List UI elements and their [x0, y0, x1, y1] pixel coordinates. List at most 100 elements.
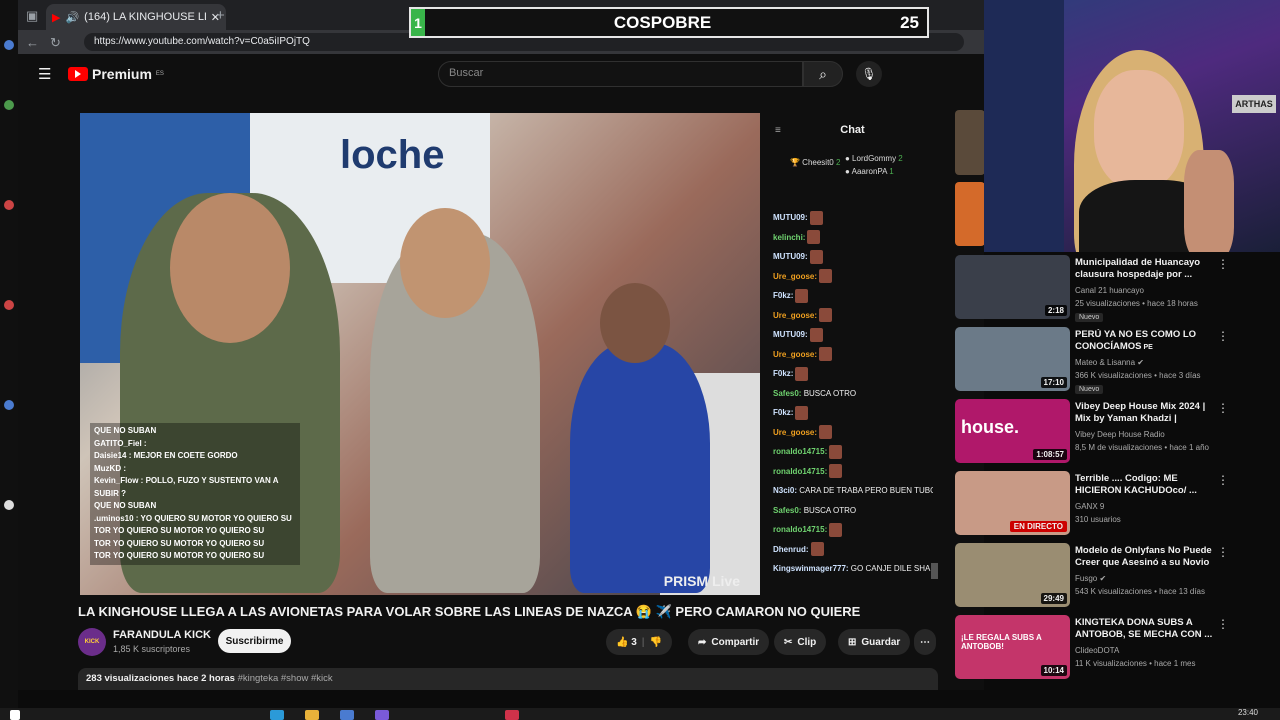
- youtube-logo[interactable]: Premium ES: [68, 66, 164, 82]
- thumbnail[interactable]: [955, 110, 985, 175]
- taskbar-app-icon[interactable]: [270, 710, 284, 720]
- tab-title: (164) LA KINGHOUSE LLEGA: [84, 11, 206, 23]
- more-options-icon[interactable]: ⋮: [1217, 545, 1229, 559]
- chat-username[interactable]: Ure_goose:: [773, 350, 817, 359]
- app-icon[interactable]: [4, 400, 14, 410]
- start-icon[interactable]: [10, 710, 20, 720]
- clip-button[interactable]: ✂ Clip: [774, 629, 827, 655]
- share-button[interactable]: ➦ Compartir: [688, 629, 770, 655]
- back-icon[interactable]: ←: [26, 35, 39, 50]
- chat-message: Ure_goose:: [773, 267, 933, 287]
- search-button[interactable]: ⌕: [803, 61, 843, 87]
- video-thumbnail[interactable]: house. 1:08:57: [955, 399, 1070, 463]
- app-icon[interactable]: [4, 300, 14, 310]
- voice-search-button[interactable]: 🎙: [856, 61, 882, 87]
- app-icon[interactable]: [4, 500, 14, 510]
- chat-username[interactable]: Kingswinmager777:: [773, 564, 849, 573]
- leaderboard-name: 🏆 Cheesit0: [790, 158, 834, 167]
- hamburger-menu-icon[interactable]: ☰: [38, 65, 51, 83]
- app-icon[interactable]: [4, 200, 14, 210]
- chat-message-list: MUTU09: kelinchi: MUTU09: Ure_goose: F0kz: Ur…: [773, 208, 933, 579]
- chat-scrollbar[interactable]: [931, 563, 938, 579]
- chat-username[interactable]: Safes0:: [773, 389, 801, 398]
- desktop-left-edge: [0, 0, 18, 720]
- recommended-video[interactable]: ¡LE REGALA SUBS A ANTOBOB! 10:14 KINGTEKA …: [955, 615, 1229, 681]
- more-options-icon[interactable]: ⋮: [1217, 617, 1229, 631]
- video-thumbnail[interactable]: 29:49: [955, 543, 1070, 607]
- chat-username[interactable]: Safes0:: [773, 506, 801, 515]
- chat-username[interactable]: F0kz:: [773, 291, 793, 300]
- chat-username[interactable]: MUTU09:: [773, 213, 808, 222]
- hashtags[interactable]: #kingteka #show #kick: [238, 673, 333, 684]
- video-thumbnail[interactable]: 2:18: [955, 255, 1070, 319]
- chat-username[interactable]: ronaldo14715:: [773, 447, 827, 456]
- more-options-icon[interactable]: ⋮: [1217, 329, 1229, 343]
- chat-username[interactable]: F0kz:: [773, 408, 793, 417]
- thumbnail[interactable]: [955, 182, 985, 246]
- recommended-video[interactable]: house. 1:08:57 Vibey Deep House Mix 2024 |…: [955, 399, 1229, 465]
- video-thumbnail[interactable]: ¡LE REGALA SUBS A ANTOBOB! 10:14: [955, 615, 1070, 679]
- taskbar-app-icon[interactable]: [340, 710, 354, 720]
- save-button[interactable]: ⊞ Guardar: [838, 629, 911, 655]
- browser-tab[interactable]: ▶ 🔊 (164) LA KINGHOUSE LLEGA ✕: [46, 4, 226, 30]
- new-badge: Nuevo: [1075, 385, 1104, 394]
- search-input[interactable]: Buscar: [438, 61, 803, 87]
- chat-username[interactable]: Ure_goose:: [773, 272, 817, 281]
- window-menu-icon[interactable]: ▣: [26, 8, 38, 24]
- sidebar-top-thumbnails: [955, 110, 985, 250]
- chat-username[interactable]: Ure_goose:: [773, 311, 817, 320]
- leaderboard-entry: 🏆 Cheesit0 2: [790, 158, 840, 167]
- new-tab-icon[interactable]: +: [216, 7, 225, 24]
- channel-avatar[interactable]: KICK: [78, 628, 106, 656]
- recommended-video[interactable]: 17:10 PERÚ YA NO ES COMO LO CONOCÍAMOS PE…: [955, 327, 1229, 394]
- app-icon[interactable]: [4, 100, 14, 110]
- leaderboard-entry: ● AaaronPA 1: [845, 167, 894, 176]
- more-options-icon[interactable]: ⋮: [1217, 473, 1229, 487]
- recommended-meta: 11 K visualizaciones • hace 1 mes: [1075, 659, 1196, 668]
- chat-message: ronaldo14715:: [773, 520, 933, 540]
- more-options-icon[interactable]: ⋮: [1217, 401, 1229, 415]
- video-player[interactable]: loche QUE NO SUBAN GATITO_Fiel : Daisie14 …: [80, 113, 760, 595]
- leaderboard-entry: ● LordGommy 2: [845, 154, 903, 163]
- video-duration: 10:14: [1040, 665, 1067, 676]
- like-button[interactable]: 👍 3: [616, 637, 637, 648]
- streamer-webcam: ARTHAS: [984, 0, 1280, 252]
- app-icon[interactable]: [4, 40, 14, 50]
- more-actions-button[interactable]: ⋯: [914, 629, 936, 655]
- goal-progress-fill: 1: [411, 9, 425, 36]
- stream-chat-line: TOR YO QUIERO SU MOTOR YO QUIERO SU: [94, 551, 265, 560]
- youtube-favicon-icon: ▶: [52, 11, 61, 24]
- subscribe-button[interactable]: Suscribirme: [218, 629, 291, 653]
- channel-name[interactable]: FARANDULA KICK: [113, 629, 211, 641]
- recommended-video[interactable]: 2:18 Municipalidad de Huancayo clausura h…: [955, 255, 1229, 322]
- chat-username[interactable]: ronaldo14715:: [773, 467, 827, 476]
- taskbar-app-icon[interactable]: [305, 710, 319, 720]
- recommended-video[interactable]: 29:49 Modelo de Onlyfans No Puede Creer q…: [955, 543, 1229, 609]
- description-box[interactable]: 283 visualizaciones hace 2 horas #kingte…: [78, 668, 938, 690]
- chat-username[interactable]: F0kz:: [773, 369, 793, 378]
- video-thumbnail[interactable]: 17:10: [955, 327, 1070, 391]
- reload-icon[interactable]: ↻: [50, 35, 61, 51]
- upload-age: hace 2 horas: [176, 673, 235, 684]
- stream-chat-line: .uminos10 : YO QUIERO SU MOTOR YO QUIERO…: [94, 513, 292, 523]
- stream-chat-line: Kevin_Flow : POLLO, FUZO Y SUSTENTO VAN …: [94, 476, 279, 498]
- dislike-button[interactable]: 👎: [650, 637, 662, 648]
- video-duration: 2:18: [1044, 305, 1067, 316]
- chat-message: Kingswinmager777: GO CANJE DILE SHAKA DI…: [773, 559, 933, 579]
- video-thumbnail[interactable]: EN DIRECTO: [955, 471, 1070, 535]
- more-options-icon[interactable]: ⋮: [1217, 257, 1229, 271]
- chat-username[interactable]: N3ci0:: [773, 486, 797, 495]
- chat-username[interactable]: Dhenrud:: [773, 545, 809, 554]
- chat-username[interactable]: ronaldo14715:: [773, 525, 827, 534]
- taskbar-app-icon[interactable]: [505, 710, 519, 720]
- chat-username[interactable]: Ure_goose:: [773, 428, 817, 437]
- chat-username[interactable]: kelinchi:: [773, 233, 805, 242]
- emote-icon: [795, 366, 809, 381]
- speaker-icon[interactable]: 🔊: [65, 11, 79, 24]
- chat-username[interactable]: MUTU09:: [773, 330, 808, 339]
- stream-chat-line: MuzKD :: [94, 463, 126, 473]
- chat-username[interactable]: MUTU09:: [773, 252, 808, 261]
- recommended-video[interactable]: EN DIRECTO Terrible .... Codigo: ME HICIE…: [955, 471, 1229, 537]
- emote-icon: [810, 542, 824, 557]
- taskbar-app-icon[interactable]: [375, 710, 389, 720]
